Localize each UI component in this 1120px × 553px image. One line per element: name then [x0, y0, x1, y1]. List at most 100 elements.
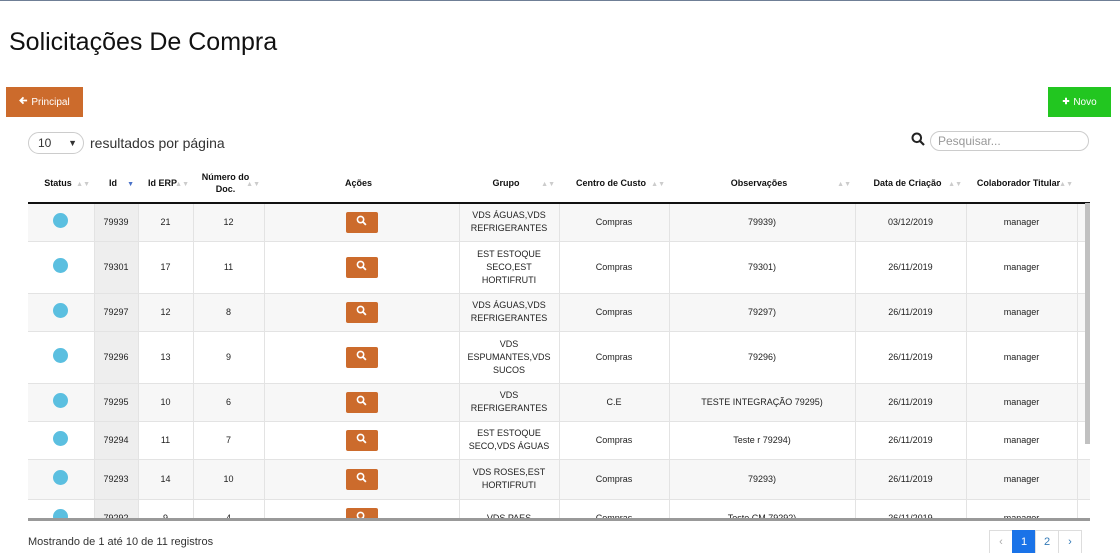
col-header-creation-date[interactable]: Data de Criação ▲▼: [855, 163, 966, 204]
page-1-button[interactable]: 1: [1012, 530, 1036, 553]
doc-cell: 12: [193, 202, 265, 241]
status-dot-icon: [53, 302, 69, 318]
page-2-button[interactable]: 2: [1035, 530, 1059, 553]
collaborator-cell: manager: [966, 240, 1078, 293]
id-cell: 79296: [94, 330, 139, 383]
view-button[interactable]: [345, 211, 378, 233]
status-dot-icon: [53, 347, 69, 363]
principal-button[interactable]: Principal: [6, 87, 83, 117]
date-cell: 26/11/2019: [855, 292, 967, 331]
observations-cell: Teste CM 79292): [669, 498, 856, 518]
actions-cell: [264, 292, 460, 331]
magnifier-icon: [356, 433, 367, 448]
sort-desc-icon: ▼: [127, 181, 134, 188]
view-button[interactable]: [345, 256, 378, 278]
cost-center-cell: Compras: [559, 240, 670, 293]
group-cell: VDS ESPUMANTES,VDS SUCOS: [459, 330, 560, 383]
magnifier-icon: [356, 472, 367, 487]
group-cell: EST ESTOQUE SECO,EST HORTIFRUTI: [459, 240, 560, 293]
novo-button[interactable]: Novo: [1048, 87, 1111, 117]
status-dot-icon: [53, 469, 69, 485]
id-cell: 79293: [94, 458, 139, 499]
next-page-button[interactable]: ›: [1058, 530, 1082, 553]
status-cell: [28, 202, 95, 241]
collaborator-cell: manager: [966, 458, 1078, 499]
date-cell: 03/12/2019: [855, 202, 967, 241]
spacer-cell: [1077, 498, 1090, 518]
sort-icon: ▲▼: [175, 181, 189, 188]
col-header-status[interactable]: Status ▲▼: [28, 163, 94, 204]
erp-cell: 9: [138, 498, 194, 518]
caret-down-icon: ▼: [68, 138, 77, 148]
actions-cell: [264, 458, 460, 499]
table-row: 79295 10 6 VDS REFRIGERANTES C.E TESTE INTEGR…: [28, 382, 1090, 421]
col-header-doc-number[interactable]: Número do Doc. ▲▼: [193, 163, 264, 204]
col-header-actions: Ações: [264, 163, 459, 204]
observations-cell: 79939): [669, 202, 856, 241]
plus-icon: [1062, 97, 1070, 108]
magnifier-icon: [356, 395, 367, 410]
actions-cell: [264, 498, 460, 518]
page-title: Solicitações De Compra: [9, 28, 278, 56]
erp-cell: 17: [138, 240, 194, 293]
sort-icon: ▲▼: [948, 181, 962, 188]
date-cell: 26/11/2019: [855, 330, 967, 383]
page-length-control: 10 ▼ resultados por página: [28, 132, 225, 154]
table-info: Mostrando de 1 até 10 de 11 registros: [28, 536, 214, 548]
vertical-scrollbar[interactable]: [1085, 203, 1090, 444]
observations-cell: Teste r 79294): [669, 420, 856, 459]
table-row: 79294 11 7 EST ESTOQUE SECO,VDS ÁGUAS Compra…: [28, 420, 1090, 459]
view-button[interactable]: [345, 346, 378, 368]
group-cell: VDS REFRIGERANTES: [459, 382, 560, 421]
erp-cell: 14: [138, 458, 194, 499]
collaborator-cell: manager: [966, 420, 1078, 459]
date-cell: 26/11/2019: [855, 458, 967, 499]
erp-cell: 13: [138, 330, 194, 383]
pagination: ‹ 1 2 ›: [989, 530, 1082, 553]
date-cell: 26/11/2019: [855, 420, 967, 459]
col-header-observations[interactable]: Observações ▲▼: [669, 163, 855, 204]
magnifier-icon: [356, 305, 367, 320]
page-length-select[interactable]: 10 ▼: [28, 132, 84, 154]
search-input[interactable]: Pesquisar...: [930, 131, 1089, 151]
table-row: 79297 12 8 VDS ÁGUAS,VDS REFRIGERANTES Compr…: [28, 292, 1090, 331]
col-header-collaborator[interactable]: Colaborador Titular ▲▼: [966, 163, 1077, 204]
id-cell: 79939: [94, 202, 139, 241]
doc-cell: 10: [193, 458, 265, 499]
view-button[interactable]: [345, 468, 378, 490]
col-header-id-erp[interactable]: Id ERP ▲▼: [138, 163, 193, 204]
status-cell: [28, 330, 95, 383]
id-cell: 79294: [94, 420, 139, 459]
col-header-id[interactable]: Id ▼: [94, 163, 138, 204]
sort-icon: ▲▼: [76, 181, 90, 188]
id-cell: 79297: [94, 292, 139, 331]
sort-icon: ▲▼: [541, 181, 555, 188]
arrow-left-icon: [19, 96, 28, 108]
view-button[interactable]: [345, 429, 378, 451]
page-length-value: 10: [38, 136, 52, 150]
sort-icon: ▲▼: [837, 181, 851, 188]
prev-page-button[interactable]: ‹: [989, 530, 1013, 553]
status-cell: [28, 458, 95, 499]
page-length-label: resultados por página: [90, 135, 225, 151]
collaborator-cell: manager: [966, 292, 1078, 331]
doc-cell: 8: [193, 292, 265, 331]
cost-center-cell: Compras: [559, 458, 670, 499]
status-dot-icon: [53, 392, 69, 408]
status-dot-icon: [53, 257, 69, 273]
date-cell: 26/11/2019: [855, 382, 967, 421]
novo-label: Novo: [1073, 96, 1097, 108]
col-header-cost-center[interactable]: Centro de Custo ▲▼: [559, 163, 669, 204]
erp-cell: 12: [138, 292, 194, 331]
actions-cell: [264, 382, 460, 421]
view-button[interactable]: [345, 391, 378, 413]
erp-cell: 10: [138, 382, 194, 421]
magnifier-icon: [356, 511, 367, 518]
group-cell: VDS ROSES,EST HORTIFRUTI: [459, 458, 560, 499]
view-button[interactable]: [345, 301, 378, 323]
search-box: Pesquisar...: [911, 131, 1089, 151]
view-button[interactable]: [345, 507, 378, 518]
collaborator-cell: manager: [966, 498, 1078, 518]
search-icon: [911, 132, 925, 151]
col-header-group[interactable]: Grupo ▲▼: [459, 163, 559, 204]
